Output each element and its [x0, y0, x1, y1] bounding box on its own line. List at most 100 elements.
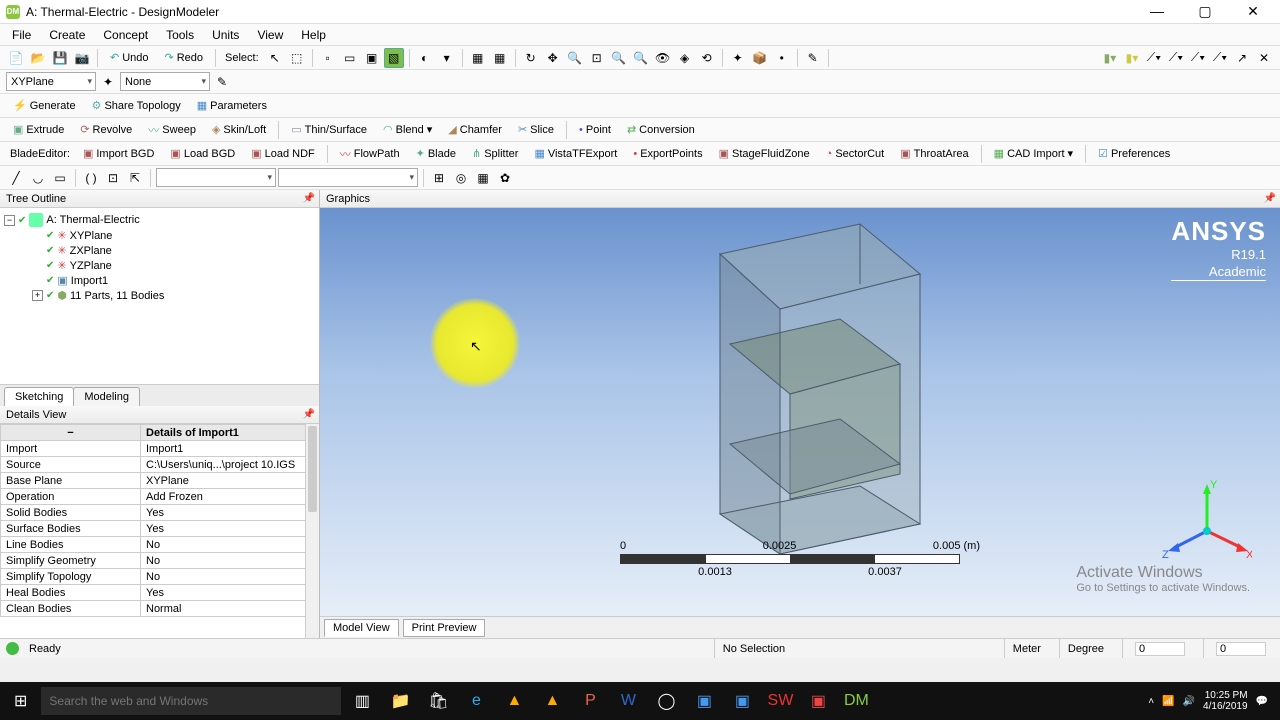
- menu-file[interactable]: File: [6, 26, 37, 44]
- menu-concept[interactable]: Concept: [97, 26, 154, 44]
- close-button[interactable]: ✕: [1238, 3, 1268, 20]
- point-button[interactable]: •Point: [572, 120, 618, 140]
- search-input[interactable]: [41, 687, 341, 715]
- prev-view-icon[interactable]: ⟲: [697, 48, 717, 68]
- details-scrollbar[interactable]: [305, 424, 319, 638]
- filter-vertex-icon[interactable]: ▫: [318, 48, 338, 68]
- menu-view[interactable]: View: [251, 26, 289, 44]
- app2-icon[interactable]: ▲: [535, 686, 569, 716]
- shading2-icon[interactable]: ▮▾: [1122, 48, 1142, 68]
- filter-body-icon[interactable]: ▧: [384, 48, 404, 68]
- splitter-button[interactable]: ⋔Splitter: [465, 144, 525, 164]
- sweep-button[interactable]: 〰Sweep: [141, 120, 203, 140]
- pin-icon[interactable]: 📌: [303, 409, 315, 420]
- sketch-t3-icon[interactable]: ▦: [473, 168, 493, 188]
- edge-icon[interactable]: e: [459, 686, 493, 716]
- start-button[interactable]: ⊞: [4, 691, 37, 711]
- sketch-t4-icon[interactable]: ✿: [495, 168, 515, 188]
- new-plane-icon[interactable]: ✦: [98, 72, 118, 92]
- sketch-dropdown1[interactable]: [156, 168, 276, 187]
- snapshot-icon[interactable]: 📷: [72, 48, 92, 68]
- line3-icon[interactable]: ⟋▾: [1188, 48, 1208, 68]
- task-view-icon[interactable]: ▥: [345, 686, 379, 716]
- zoom-box-icon[interactable]: 🔍: [565, 48, 585, 68]
- tree-root[interactable]: − ✔ A: Thermal-Electric: [4, 212, 315, 228]
- tray-up-icon[interactable]: ˄: [1148, 696, 1154, 707]
- tray-network-icon[interactable]: 📶: [1162, 696, 1174, 707]
- file-explorer-icon[interactable]: 📁: [383, 686, 417, 716]
- system-tray[interactable]: ˄ 📶 🔊 10:25 PM 4/16/2019 💬: [1148, 690, 1276, 712]
- blade-button[interactable]: ✦Blade: [409, 144, 463, 164]
- notifications-icon[interactable]: 💬: [1256, 696, 1268, 707]
- app5-icon[interactable]: ▣: [801, 686, 835, 716]
- conversion-button[interactable]: ⇄Conversion: [620, 120, 702, 140]
- sketch-dropdown2[interactable]: [278, 168, 418, 187]
- tree-xyplane[interactable]: ✔✳XYPlane: [4, 228, 315, 243]
- solidworks-icon[interactable]: SW: [763, 686, 797, 716]
- tab-print-preview[interactable]: Print Preview: [403, 619, 486, 637]
- load-ndf-button[interactable]: ▣Load NDF: [244, 144, 322, 164]
- extrude-button[interactable]: ▣Extrude: [6, 120, 71, 140]
- load-bgd-button[interactable]: ▣Load BGD: [163, 144, 242, 164]
- axis-triad[interactable]: Y X Z: [1162, 476, 1252, 566]
- select-box-icon[interactable]: ⬚: [287, 48, 307, 68]
- point-tool-icon[interactable]: •: [772, 48, 792, 68]
- tree-outline[interactable]: − ✔ A: Thermal-Electric ✔✳XYPlane ✔✳ZXPl…: [0, 208, 319, 384]
- expand-icon[interactable]: +: [32, 290, 43, 301]
- undo-button[interactable]: ↶Undo: [103, 48, 156, 68]
- shading1-icon[interactable]: ▮▾: [1100, 48, 1120, 68]
- cad-import-button[interactable]: ▦CAD Import ▾: [987, 144, 1080, 164]
- sketch-paren-icon[interactable]: ( ): [81, 168, 101, 188]
- pin-icon[interactable]: 📌: [303, 193, 315, 204]
- pan-icon[interactable]: ✥: [543, 48, 563, 68]
- slice-button[interactable]: ✂Slice: [511, 120, 561, 140]
- select-cursor-icon[interactable]: ↖: [265, 48, 285, 68]
- clock[interactable]: 10:25 PM 4/16/2019: [1203, 690, 1248, 712]
- filter-face-icon[interactable]: ▣: [362, 48, 382, 68]
- powerpoint-icon[interactable]: P: [573, 686, 607, 716]
- new-sketch-icon[interactable]: ✎: [212, 72, 232, 92]
- word-icon[interactable]: W: [611, 686, 645, 716]
- sketch-rect-icon[interactable]: ▭: [50, 168, 70, 188]
- chamfer-button[interactable]: ◢Chamfer: [441, 120, 509, 140]
- preferences-button[interactable]: ☑Preferences: [1091, 144, 1177, 164]
- menu-help[interactable]: Help: [295, 26, 332, 44]
- tab-model-view[interactable]: Model View: [324, 619, 399, 637]
- look-at-icon[interactable]: 👁: [653, 48, 673, 68]
- sketch-t2-icon[interactable]: ◎: [451, 168, 471, 188]
- menu-tools[interactable]: Tools: [160, 26, 200, 44]
- tab-sketching[interactable]: Sketching: [4, 387, 74, 406]
- revolve-button[interactable]: ⟳Revolve: [73, 120, 139, 140]
- menu-units[interactable]: Units: [206, 26, 245, 44]
- thin-button[interactable]: ▭Thin/Surface: [284, 120, 374, 140]
- app3-icon[interactable]: ▣: [687, 686, 721, 716]
- designmodeler-icon[interactable]: DM: [839, 686, 873, 716]
- menu-create[interactable]: Create: [43, 26, 91, 44]
- maximize-button[interactable]: ▢: [1190, 3, 1220, 20]
- throatarea-button[interactable]: ▣ThroatArea: [893, 144, 975, 164]
- store-icon[interactable]: 🛍: [421, 686, 455, 716]
- tree-import1[interactable]: ✔▣Import1: [4, 273, 315, 288]
- generate-button[interactable]: ⚡Generate: [6, 96, 83, 116]
- plane-tool-icon[interactable]: ✦: [728, 48, 748, 68]
- sketch-arc-icon[interactable]: ◡: [28, 168, 48, 188]
- sketch-line-icon[interactable]: ╱: [6, 168, 26, 188]
- arrow-icon[interactable]: ↗: [1232, 48, 1252, 68]
- tree-parts[interactable]: +✔⬢11 Parts, 11 Bodies: [4, 288, 315, 303]
- sketch-t1-icon[interactable]: ⊞: [429, 168, 449, 188]
- cross-icon[interactable]: ✕: [1254, 48, 1274, 68]
- line2-icon[interactable]: ⟋▾: [1166, 48, 1186, 68]
- grid-icon[interactable]: ▦: [468, 48, 488, 68]
- zoom-fit-icon[interactable]: ⊡: [587, 48, 607, 68]
- app1-icon[interactable]: ▲: [497, 686, 531, 716]
- stagefluid-button[interactable]: ▣StageFluidZone: [712, 144, 817, 164]
- extend-icon[interactable]: ◐: [415, 48, 435, 68]
- chrome-icon[interactable]: ◯: [649, 686, 683, 716]
- blend-button[interactable]: ◠Blend ▾: [376, 120, 439, 140]
- graphics-viewport[interactable]: ↖ ANSYS: [320, 208, 1280, 616]
- minimize-button[interactable]: —: [1142, 3, 1172, 20]
- box-tool-icon[interactable]: 📦: [750, 48, 770, 68]
- tray-volume-icon[interactable]: 🔊: [1183, 696, 1195, 707]
- sketch-off-icon[interactable]: ⊡: [103, 168, 123, 188]
- save-icon[interactable]: 💾: [50, 48, 70, 68]
